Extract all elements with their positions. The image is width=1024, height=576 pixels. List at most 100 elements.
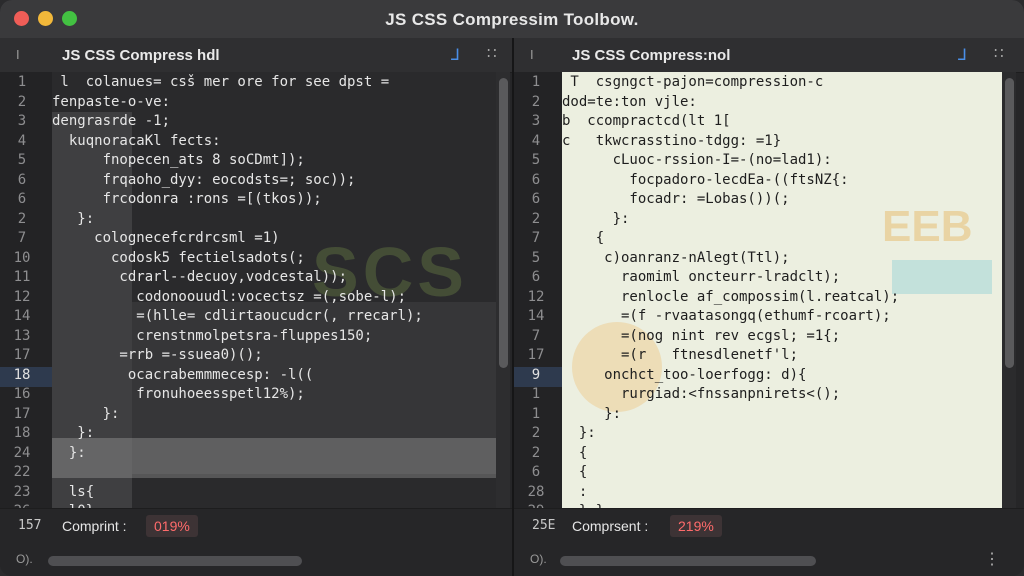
- line-number: 1: [17, 74, 27, 90]
- code-line: =(r ftnesdlenetf'l;: [562, 347, 799, 363]
- left-pane: I JS CSS Compress hdl ⅃ ∷ 1 2 3 4 5 6 6 2 7 10 11 1…: [0, 38, 512, 576]
- line-number: 24: [13, 444, 31, 461]
- line-number: 9: [531, 366, 541, 383]
- line-number: 13: [13, 327, 31, 344]
- right-gutter: 1234566275612147179112262829: [514, 72, 562, 546]
- code-line: codonoouudl:vocectsz =(,sobe-l);: [52, 288, 407, 305]
- code-line: }:: [562, 425, 596, 441]
- left-status-bar: 157 Comprint : 019%: [0, 508, 512, 543]
- code-line: frcodonra :rons =[(tkos));: [52, 191, 322, 207]
- code-line: l colanues= csš mer ore for see dpst =: [52, 74, 390, 90]
- line-number: 2: [531, 93, 541, 110]
- menu-dots-icon[interactable]: ∷: [487, 44, 497, 62]
- line-number: 14: [13, 308, 31, 324]
- code-line: }:: [52, 210, 95, 227]
- code-line: {: [562, 464, 588, 480]
- left-scroll-track[interactable]: [496, 72, 510, 546]
- code-line: c)oanranz-nAlegt(Ttl);: [562, 249, 790, 266]
- line-number: 1: [531, 386, 541, 402]
- left-status-line: 157: [18, 518, 42, 533]
- right-scroll-track[interactable]: [1002, 72, 1016, 546]
- line-number: 28: [527, 483, 545, 500]
- line-number: 23: [13, 483, 31, 500]
- code-line: c tkwcrasstino-tdgg: =1}: [562, 132, 782, 149]
- menu-dots-icon[interactable]: ∷: [994, 44, 1004, 62]
- line-number: 12: [527, 288, 545, 305]
- line-number: 17: [13, 405, 31, 422]
- code-line: raomiml oncteurr-lradclt);: [562, 269, 841, 285]
- left-vertical-scrollbar[interactable]: [499, 78, 508, 368]
- left-gutter: 1234566271011121413171816171824222326: [0, 72, 52, 546]
- file-glyph-icon: I: [530, 47, 534, 62]
- bracket-icon[interactable]: ⅃: [958, 45, 967, 65]
- code-line: frqaoho_dyy: eocodsts=; soc));: [52, 171, 356, 188]
- line-number: 2: [531, 210, 541, 227]
- line-number: 6: [531, 191, 541, 207]
- line-number: 18: [13, 425, 31, 441]
- line-number: 4: [531, 132, 541, 149]
- code-line: fenpaste-o-ve:: [52, 93, 171, 110]
- left-status-badge: 019%: [146, 515, 198, 537]
- code-line: }:: [52, 444, 86, 461]
- line-number: 17: [13, 347, 31, 363]
- file-glyph-icon: I: [16, 47, 20, 62]
- line-number: 17: [527, 347, 545, 363]
- left-code-editor[interactable]: SCS l colanues= csš mer ore for see dpst…: [52, 72, 496, 546]
- right-status-label: Comprsent :: [572, 518, 649, 534]
- left-pane-title: JS CSS Compress hdl: [62, 47, 220, 64]
- line-number: 3: [17, 113, 27, 129]
- right-horizontal-bar: O). ⋮: [514, 542, 1024, 576]
- line-number: 5: [17, 152, 27, 168]
- code-line: fronuhoeesspetl12%);: [52, 386, 305, 402]
- code-line: }:: [562, 210, 630, 227]
- code-line: dod=te:ton vjle:: [562, 93, 697, 110]
- line-number: 1: [531, 74, 541, 90]
- line-number: 6: [531, 171, 541, 188]
- line-number: 7: [531, 230, 541, 246]
- code-line: {: [562, 444, 588, 461]
- line-number: 6: [531, 464, 541, 480]
- code-line: =rrb =-ssuea0)();: [52, 347, 263, 363]
- code-line: renlocle af_compossim(l.reatcal);: [562, 288, 900, 305]
- code-line: codosk5 fectielsadots(;: [52, 249, 305, 266]
- right-status-line: 25E: [532, 518, 556, 533]
- right-pane: I JS CSS Compress:nol ⅃ ∷ 1 2 3 4 5 6 6 2 7 5 6 12 1…: [514, 38, 1024, 576]
- right-horizontal-scrollbar[interactable]: [560, 556, 816, 566]
- left-status-label: Comprint :: [62, 518, 127, 534]
- line-number: 2: [17, 210, 27, 227]
- line-number: 22: [13, 464, 31, 480]
- menu-dots-icon[interactable]: ⋮: [984, 549, 1000, 569]
- left-footer-glyph: O).: [16, 552, 33, 566]
- right-code-editor[interactable]: EEB T csgngct-pajon=compression-c dod=te:…: [562, 72, 1002, 546]
- left-pane-header: I JS CSS Compress hdl ⅃ ∷: [0, 38, 512, 73]
- code-line: =(f -rvaatasongq(ethumf-rcoart);: [562, 308, 891, 324]
- code-line: T csgngct-pajon=compression-c: [562, 74, 824, 90]
- code-line: }:: [52, 425, 95, 441]
- right-status-badge: 219%: [670, 515, 722, 537]
- line-number: 1: [531, 405, 541, 422]
- code-line: b ccompractcd(lt 1[: [562, 113, 731, 129]
- line-number: 14: [527, 308, 545, 324]
- left-horizontal-scrollbar[interactable]: [48, 556, 302, 566]
- line-number: 6: [17, 191, 27, 207]
- code-line: :: [562, 483, 588, 500]
- code-line: }:: [562, 405, 622, 422]
- left-horizontal-bar: O).: [0, 542, 512, 576]
- code-line: ls{: [52, 483, 95, 500]
- code-line: fnopecen_ats 8 soCDmt]);: [52, 152, 305, 168]
- code-line: dengrasrde -1;: [52, 113, 171, 129]
- code-line: kuqnoracaKl fects:: [52, 132, 221, 149]
- right-vertical-scrollbar[interactable]: [1005, 78, 1014, 368]
- line-number: 5: [531, 152, 541, 168]
- line-number: 7: [17, 230, 27, 246]
- code-line: rurgiad:<fnssanpnirets<();: [562, 386, 841, 402]
- code-line: focpadoro-lecdEa-((ftsNZ{:: [562, 171, 849, 188]
- app-window: JS CSS Compressim Toolbow. I JS CSS Comp…: [0, 0, 1024, 576]
- line-number: 6: [17, 171, 27, 188]
- line-number: 2: [531, 425, 541, 441]
- code-line: {: [562, 230, 605, 246]
- bracket-icon[interactable]: ⅃: [451, 45, 460, 65]
- right-watermark-band: [892, 260, 992, 294]
- titlebar: JS CSS Compressim Toolbow.: [0, 0, 1024, 39]
- line-number: 11: [13, 269, 31, 285]
